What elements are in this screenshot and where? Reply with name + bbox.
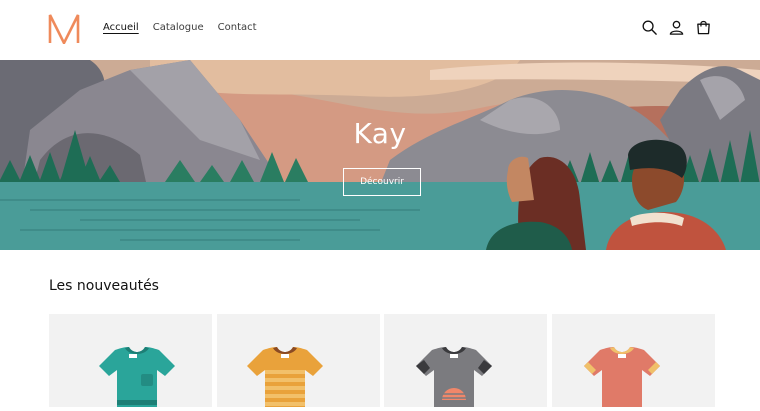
brand-logo[interactable]	[48, 13, 80, 44]
cart-icon[interactable]	[695, 19, 712, 36]
nav-link-contact[interactable]: Contact	[218, 20, 257, 36]
teal-tshirt-image	[99, 347, 175, 407]
nav-link-catalogue[interactable]: Catalogue	[153, 20, 204, 36]
hero-banner: Kay Découvrir	[0, 60, 760, 250]
header-icons	[641, 19, 712, 36]
product-card-grey-tshirt[interactable]	[384, 314, 547, 407]
search-icon[interactable]	[641, 19, 658, 36]
product-card-teal-tshirt[interactable]	[49, 314, 212, 407]
grey-sunset-tshirt-image	[416, 347, 492, 407]
account-icon[interactable]	[668, 19, 685, 36]
site-header: Accueil Catalogue Contact	[0, 0, 760, 60]
coral-tshirt-image	[584, 347, 660, 407]
hero-illustration	[0, 60, 760, 250]
product-card-coral-tshirt[interactable]	[552, 314, 715, 407]
nav-link-accueil[interactable]: Accueil	[103, 20, 139, 36]
main-nav: Accueil Catalogue Contact	[103, 20, 257, 36]
discover-button[interactable]: Découvrir	[343, 168, 421, 196]
product-grid	[49, 314, 715, 407]
orange-striped-tshirt-image	[247, 347, 323, 407]
section-title-new-arrivals: Les nouveautés	[49, 278, 159, 294]
hero-title: Kay	[353, 117, 407, 150]
product-card-orange-tshirt[interactable]	[217, 314, 380, 407]
